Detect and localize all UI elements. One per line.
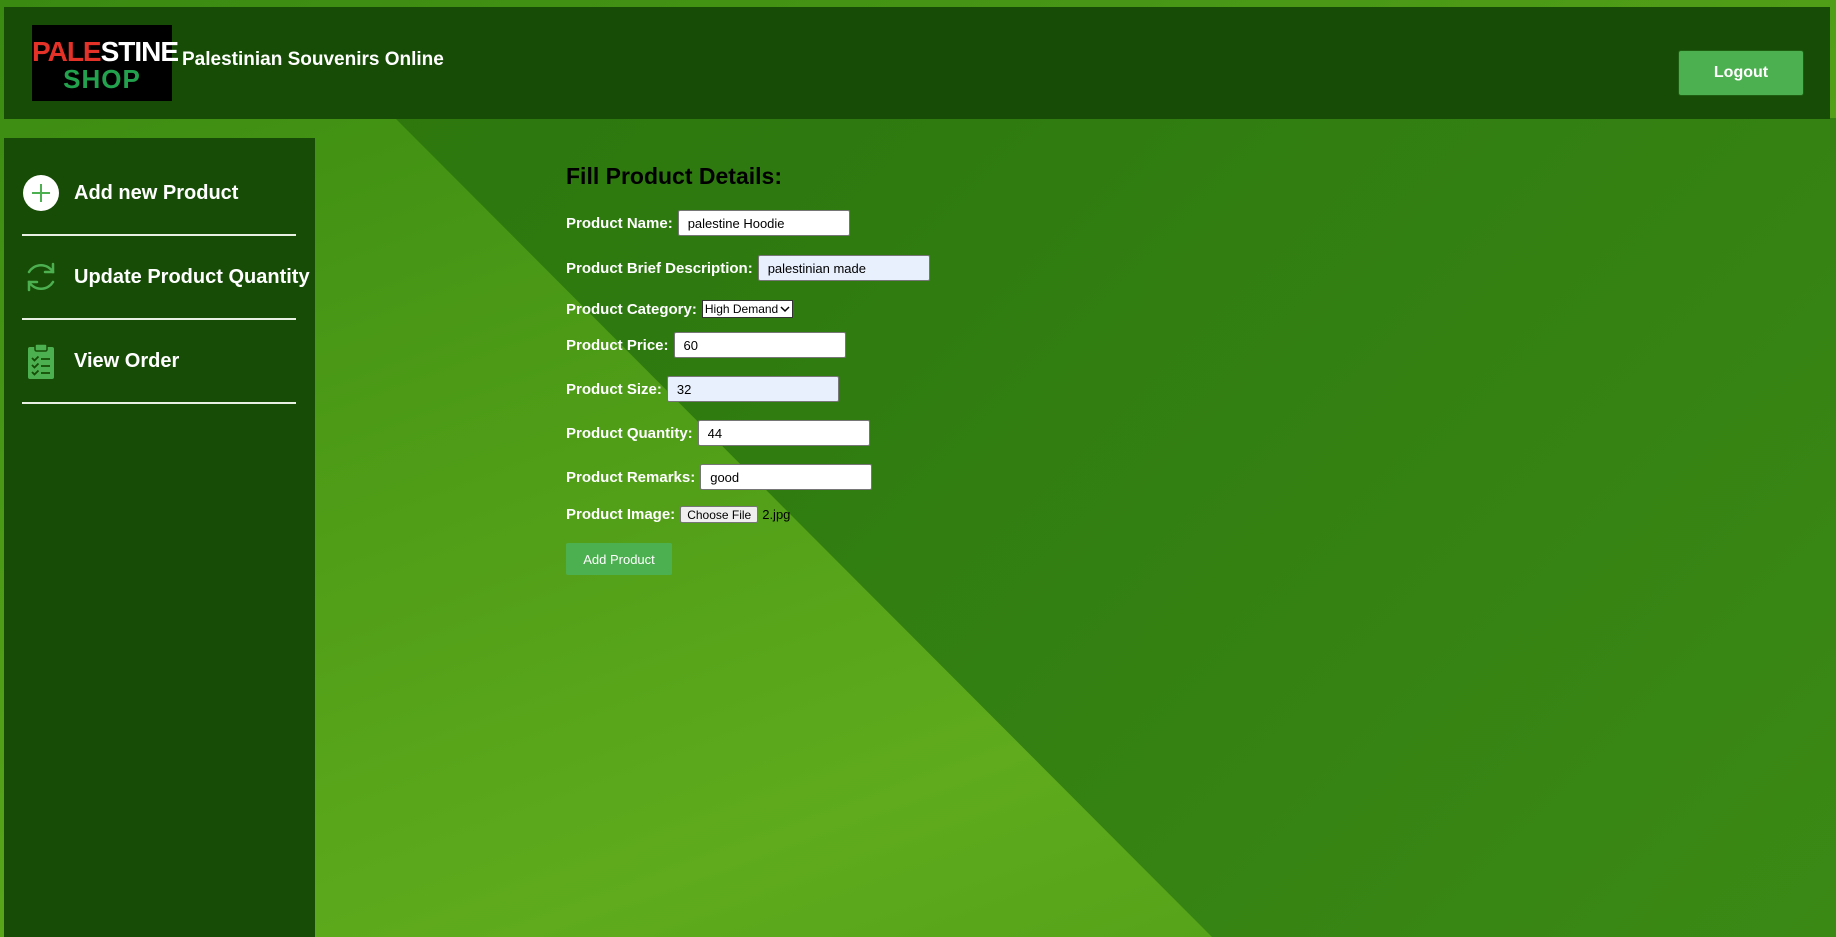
product-name-label: Product Name: [566,214,673,232]
product-price-row: Product Price: [566,332,846,358]
product-size-input[interactable] [666,376,839,402]
product-category-label: Product Category: [566,300,697,318]
sidebar-item-label: Update Product Quantity [74,265,310,288]
clipboard-checklist-icon [22,342,60,380]
plus-circle-icon [22,174,60,212]
product-quantity-input[interactable] [697,420,870,446]
sidebar-item-label: Add new Product [74,181,239,204]
product-description-label: Product Brief Description: [566,259,753,277]
selected-file-name: 2.jpg [762,507,791,522]
product-image-label: Product Image: [566,506,676,523]
product-price-input[interactable] [673,332,846,358]
site-title: Palestinian Souvenirs Online [182,49,444,70]
product-name-input[interactable] [677,210,850,236]
product-category-selected: High Demand [704,302,779,316]
logo-text-white: STINE [100,36,179,67]
sidebar-item-label: View Order [74,349,180,372]
product-description-row: Product Brief Description: [566,255,930,281]
product-form: Fill Product Details: Product Name: Prod… [566,163,930,575]
top-header: PALESTINE SHOP Palestinian Souvenirs Onl… [4,7,1830,119]
product-category-row: Product Category: High Demand [566,300,794,318]
product-category-select[interactable]: High Demand [701,300,794,318]
sidebar: Add new Product Update Product Quantity … [4,138,315,937]
product-quantity-label: Product Quantity: [566,424,693,442]
product-quantity-row: Product Quantity: [566,420,870,446]
choose-file-button[interactable]: Choose File [680,506,759,523]
site-logo[interactable]: PALESTINE SHOP [32,25,179,101]
product-remarks-row: Product Remarks: [566,464,873,490]
logout-button[interactable]: Logout [1678,50,1804,96]
logo-text-red: PALE [32,36,102,67]
sidebar-item-update-quantity[interactable]: Update Product Quantity [22,236,310,320]
product-size-label: Product Size: [566,380,662,398]
product-price-label: Product Price: [566,336,669,354]
refresh-icon [22,258,60,296]
product-name-row: Product Name: [566,210,850,236]
add-product-button[interactable]: Add Product [566,543,672,575]
form-title: Fill Product Details: [566,163,782,189]
product-image-row: Product Image: Choose File 2.jpg [566,506,790,523]
product-size-row: Product Size: [566,376,839,402]
product-remarks-label: Product Remarks: [566,468,696,486]
sidebar-item-view-order[interactable]: View Order [22,320,296,404]
chevron-down-icon [780,305,790,313]
logo-text-green: SHOP [63,64,141,94]
product-description-input[interactable] [757,255,930,281]
product-remarks-input[interactable] [700,464,873,490]
sidebar-item-add-product[interactable]: Add new Product [22,152,296,236]
